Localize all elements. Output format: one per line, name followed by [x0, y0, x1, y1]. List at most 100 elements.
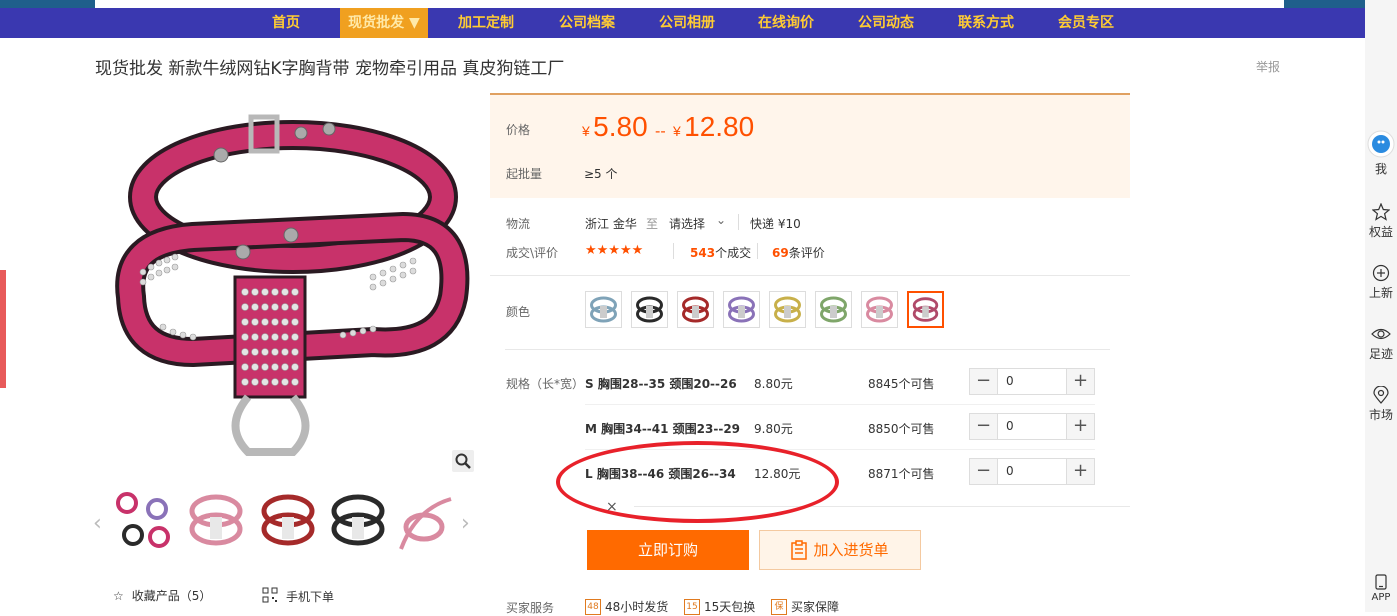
- review-suffix: 条评价: [788, 246, 825, 260]
- plus-circle-icon: [1372, 264, 1390, 282]
- nav-member[interactable]: 会员专区: [1046, 8, 1126, 38]
- favorite-label: 收藏产品（5）: [131, 589, 212, 603]
- rail-history[interactable]: 足迹: [1365, 325, 1397, 362]
- ship-to-word: 至: [646, 217, 659, 231]
- quantity-stepper: − 0 +: [969, 368, 1095, 395]
- services-label: 买家服务: [506, 601, 555, 615]
- nav-custom[interactable]: 加工定制: [446, 8, 526, 38]
- spec-label: 规格（长*宽）: [506, 377, 585, 391]
- mobile-order-label: 手机下单: [286, 590, 335, 604]
- price-label: 价格: [506, 123, 531, 137]
- row-divider: [585, 404, 1095, 405]
- product-main-image[interactable]: [103, 97, 475, 467]
- buy-now-button[interactable]: 立即订购: [587, 530, 749, 570]
- color-swatch[interactable]: [631, 291, 668, 328]
- nav-news[interactable]: 公司动态: [846, 8, 926, 38]
- rail-new[interactable]: 上新: [1365, 264, 1397, 301]
- mobile-order[interactable]: 手机下单: [262, 587, 334, 606]
- rail-me-label: 我: [1374, 162, 1387, 176]
- map-pin-icon: [1373, 386, 1389, 404]
- decrement-button[interactable]: −: [970, 414, 997, 439]
- add-to-cart-label: 加入进货单: [813, 541, 889, 559]
- thumb-prev-icon[interactable]: ‹: [93, 510, 107, 538]
- service-guarantee[interactable]: 保 买家保障: [771, 598, 839, 615]
- zoom-button[interactable]: [452, 450, 474, 472]
- thumb-next-icon[interactable]: ›: [461, 510, 475, 538]
- thumbnail[interactable]: [257, 489, 319, 555]
- color-swatch[interactable]: [769, 291, 806, 328]
- calendar-badge-icon: 15: [684, 598, 700, 615]
- thumbnail[interactable]: [113, 489, 175, 555]
- report-link[interactable]: 举报: [1256, 58, 1280, 75]
- rail-market-label: 市场: [1368, 408, 1393, 422]
- quantity-input[interactable]: 0: [997, 414, 1067, 439]
- rating-stars: ★★★★★: [585, 243, 644, 258]
- product-title: 现货批发 新款牛绒网钻K字胸背带 宠物牵引用品 真皮狗链工厂: [95, 59, 565, 79]
- service-guarantee-label: 买家保障: [791, 600, 840, 614]
- deals-count[interactable]: 543个成交: [690, 244, 751, 261]
- phone-icon: [1375, 574, 1387, 590]
- min-order-label: 起批量: [506, 167, 543, 181]
- rail-benefits[interactable]: 权益: [1365, 203, 1397, 240]
- rail-history-label: 足迹: [1368, 347, 1393, 361]
- star-icon: [1372, 203, 1390, 221]
- spec-stock-s: 8845个可售: [868, 377, 935, 391]
- nav-album[interactable]: 公司相册: [647, 8, 727, 38]
- divider: [673, 243, 674, 259]
- color-swatch[interactable]: [861, 291, 898, 328]
- clock-badge-icon: 48: [585, 598, 601, 615]
- magnifier-icon: [455, 453, 471, 469]
- rail-benefits-label: 权益: [1368, 225, 1393, 239]
- service-48h[interactable]: 48 48小时发货: [585, 598, 668, 615]
- rail-me[interactable]: 我: [1365, 130, 1397, 177]
- logistics-label: 物流: [506, 217, 531, 231]
- currency-symbol: ¥: [672, 123, 681, 139]
- review-number: 69: [772, 246, 789, 260]
- spec-price-m: 9.80元: [754, 422, 793, 436]
- section-divider: [505, 349, 1110, 350]
- price-box: [490, 93, 1130, 198]
- color-swatch[interactable]: [723, 291, 760, 328]
- spec-stock-l: 8871个可售: [868, 467, 935, 481]
- nav-wholesale[interactable]: 现货批发 ▼: [340, 8, 428, 38]
- left-side-tab[interactable]: [0, 270, 6, 388]
- color-swatch[interactable]: [815, 291, 852, 328]
- top-strip-right: [1284, 0, 1365, 8]
- quantity-input[interactable]: 0: [997, 459, 1067, 484]
- reviews-label: 成交\评价: [506, 246, 559, 260]
- divider: [738, 214, 739, 230]
- quantity-input[interactable]: 0: [997, 369, 1067, 394]
- rail-new-label: 上新: [1368, 286, 1393, 300]
- thumbnail[interactable]: [327, 489, 389, 555]
- review-count[interactable]: 69条评价: [772, 244, 825, 261]
- increment-button[interactable]: +: [1067, 414, 1094, 439]
- nav-home[interactable]: 首页: [255, 8, 317, 38]
- ship-to-select[interactable]: 请选择: [669, 215, 705, 232]
- thumbnail[interactable]: [396, 489, 458, 555]
- divider: [757, 243, 758, 259]
- thumbnail[interactable]: [185, 489, 247, 555]
- thumbnail-strip: [113, 489, 458, 555]
- color-swatch-selected[interactable]: [907, 291, 944, 328]
- rail-app-label: APP: [1371, 592, 1391, 603]
- rail-market[interactable]: 市场: [1365, 386, 1397, 423]
- favorite-product[interactable]: ☆ 收藏产品（5）: [113, 587, 211, 604]
- nav-inquiry[interactable]: 在线询价: [746, 8, 826, 38]
- service-15day[interactable]: 15 15天包换: [684, 598, 755, 615]
- decrement-button[interactable]: −: [970, 459, 997, 484]
- increment-button[interactable]: +: [1067, 369, 1094, 394]
- rail-app[interactable]: APP: [1365, 574, 1397, 603]
- chevron-down-icon[interactable]: ⌄: [716, 213, 726, 227]
- nav-company-profile[interactable]: 公司档案: [547, 8, 627, 38]
- color-label: 颜色: [506, 305, 531, 319]
- add-to-cart-button[interactable]: 加入进货单: [759, 530, 921, 570]
- star-outline-icon: ☆: [113, 588, 124, 603]
- increment-button[interactable]: +: [1067, 459, 1094, 484]
- eye-icon: [1371, 328, 1391, 340]
- spec-name-m: M 胸围34--41 颈围23--29: [585, 422, 741, 436]
- nav-contact[interactable]: 联系方式: [946, 8, 1026, 38]
- right-rail: 我 权益 上新 足迹 市场 APP: [1365, 0, 1397, 612]
- color-swatch[interactable]: [677, 291, 714, 328]
- color-swatch[interactable]: [585, 291, 622, 328]
- decrement-button[interactable]: −: [970, 369, 997, 394]
